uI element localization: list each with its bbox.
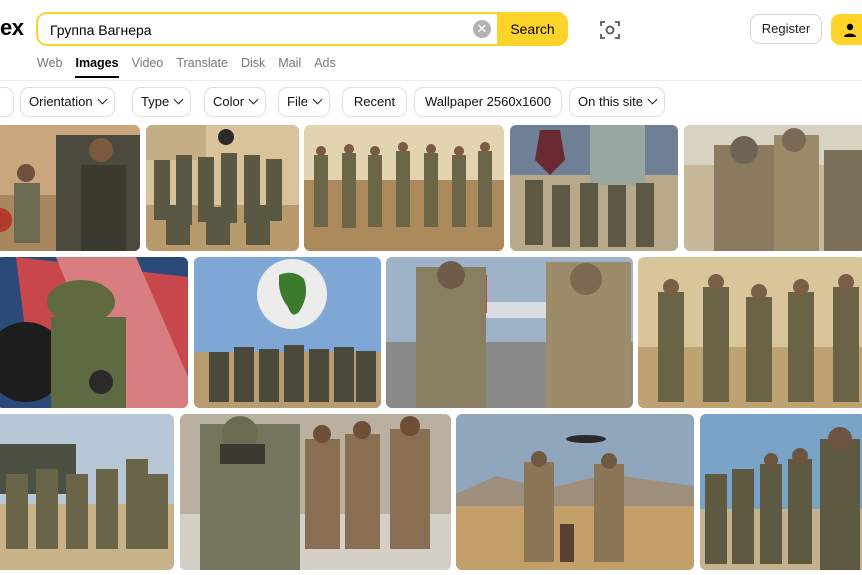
search-input[interactable] xyxy=(48,14,472,46)
filter-on-this-site[interactable]: On this site xyxy=(569,87,666,117)
nav-translate[interactable]: Translate xyxy=(176,55,228,75)
image-thumbnail[interactable] xyxy=(510,125,678,251)
image-thumbnail[interactable] xyxy=(684,125,862,251)
chevron-down-icon xyxy=(97,94,108,105)
image-thumbnail[interactable] xyxy=(194,257,381,408)
filter-bar: Orientation Type Color File Recent Wallp… xyxy=(0,87,862,118)
search-nav: Web Images Video Translate Disk Mail Ads xyxy=(37,55,349,78)
header: ex ✕ Search Register Web Images Video Tr… xyxy=(0,0,862,81)
chevron-down-icon xyxy=(647,94,658,105)
search-box: ✕ Search xyxy=(36,12,568,46)
filter-wallpaper[interactable]: Wallpaper 2560x1600 xyxy=(414,87,562,117)
filter-orientation[interactable]: Orientation xyxy=(20,87,115,117)
filter-file[interactable]: File xyxy=(278,87,330,117)
image-thumbnail[interactable] xyxy=(304,125,504,251)
chevron-down-icon xyxy=(173,94,184,105)
filter-recent[interactable]: Recent xyxy=(342,87,407,117)
logo[interactable]: ex xyxy=(0,15,24,41)
clear-icon[interactable]: ✕ xyxy=(473,20,491,38)
image-thumbnail[interactable] xyxy=(700,414,862,570)
image-thumbnail[interactable] xyxy=(456,414,694,570)
yandex-images-page: ex ✕ Search Register Web Images Video Tr… xyxy=(0,0,862,575)
image-thumbnail[interactable] xyxy=(0,257,188,408)
nav-web[interactable]: Web xyxy=(37,55,62,75)
filter-type[interactable]: Type xyxy=(132,87,192,117)
image-thumbnail[interactable] xyxy=(0,414,174,570)
user-icon[interactable] xyxy=(831,14,862,45)
image-thumbnail[interactable] xyxy=(386,257,633,408)
filter-color[interactable]: Color xyxy=(204,87,267,117)
image-thumbnail[interactable] xyxy=(180,414,451,570)
camera-search-icon[interactable] xyxy=(598,18,622,42)
image-grid xyxy=(0,125,862,575)
filter-size-dropdown[interactable] xyxy=(0,87,14,117)
nav-ads[interactable]: Ads xyxy=(314,55,336,75)
nav-disk[interactable]: Disk xyxy=(241,55,265,75)
image-thumbnail[interactable] xyxy=(638,257,862,408)
register-button[interactable]: Register xyxy=(750,14,822,44)
chevron-down-icon xyxy=(312,94,323,105)
image-thumbnail[interactable] xyxy=(146,125,299,251)
nav-mail[interactable]: Mail xyxy=(278,55,301,75)
chevron-down-icon xyxy=(248,94,259,105)
image-thumbnail[interactable] xyxy=(0,125,140,251)
search-button[interactable]: Search xyxy=(497,12,568,46)
nav-images[interactable]: Images xyxy=(75,55,119,78)
nav-video[interactable]: Video xyxy=(132,55,164,75)
